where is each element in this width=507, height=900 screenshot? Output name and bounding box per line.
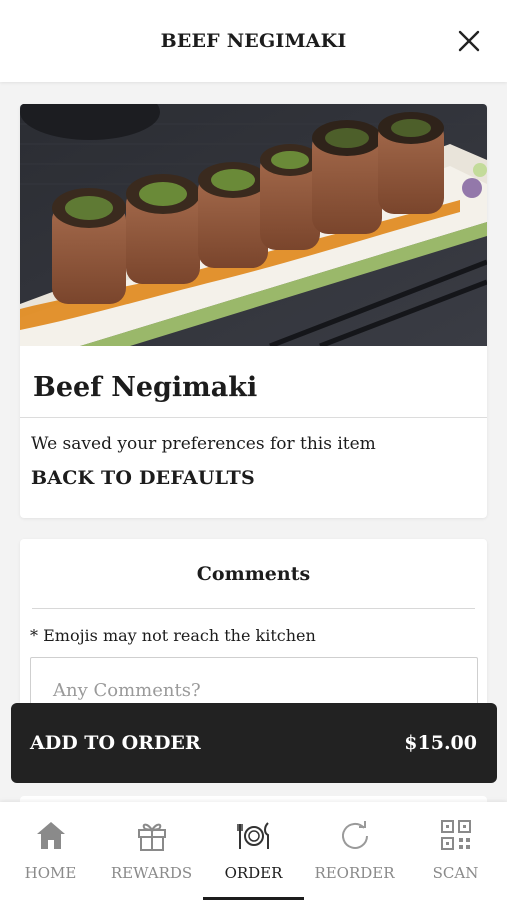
- tab-scan[interactable]: SCAN: [405, 802, 506, 900]
- gift-icon: [138, 823, 166, 851]
- tab-order-label: ORDER: [224, 864, 283, 882]
- preferences-saved-text: We saved your preferences for this item: [31, 434, 376, 454]
- emoji-note: * Emojis may not reach the kitchen: [30, 626, 316, 645]
- tab-home-label: HOME: [24, 864, 77, 882]
- bottom-tab-bar: HOME REWARDS ORDER REORDER SCAN: [0, 802, 507, 900]
- close-icon[interactable]: [455, 27, 483, 55]
- tab-home[interactable]: HOME: [0, 802, 101, 900]
- item-card: Beef Negimaki We saved your preferences …: [20, 104, 487, 518]
- item-price: $15.00: [404, 732, 477, 754]
- tab-rewards-label: REWARDS: [110, 864, 193, 882]
- back-to-defaults-button[interactable]: BACK TO DEFAULTS: [31, 467, 255, 489]
- utensils-icon: [237, 822, 269, 849]
- item-name: Beef Negimaki: [33, 372, 258, 403]
- qr-code-icon: [441, 820, 471, 850]
- tab-reorder-label: REORDER: [314, 864, 395, 882]
- comments-title: Comments: [196, 563, 311, 585]
- add-to-order-label: ADD TO ORDER: [30, 732, 201, 754]
- beef-negimaki-photo: [20, 104, 487, 346]
- divider: [32, 608, 475, 609]
- add-to-order-button[interactable]: ADD TO ORDER $15.00: [11, 703, 497, 783]
- tab-rewards[interactable]: REWARDS: [101, 802, 202, 900]
- divider: [20, 417, 487, 418]
- tab-reorder[interactable]: REORDER: [304, 802, 405, 900]
- refresh-icon: [342, 821, 368, 849]
- home-icon: [37, 822, 65, 849]
- tab-order[interactable]: ORDER: [203, 802, 304, 900]
- tab-scan-label: SCAN: [432, 864, 479, 882]
- header: BEEF NEGIMAKI: [0, 0, 507, 82]
- page-title: BEEF NEGIMAKI: [160, 30, 347, 52]
